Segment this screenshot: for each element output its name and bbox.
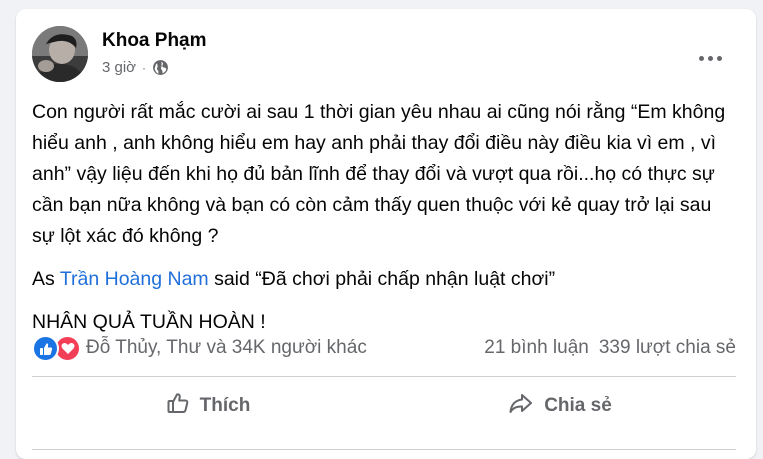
quote-text: said “Đã chơi phải chấp nhận luật chơi”	[208, 268, 556, 290]
more-options-button[interactable]	[692, 48, 728, 68]
like-button[interactable]: Thích	[32, 383, 384, 429]
divider	[32, 376, 736, 377]
post-header: Khoa Phạm 3 giờ ·	[32, 26, 732, 82]
more-dot-icon	[707, 55, 713, 61]
author-name[interactable]: Khoa Phạm	[102, 30, 207, 52]
meta-separator: ·	[142, 60, 147, 75]
reactors-text[interactable]: Đỗ Thủy, Thư và 34K người khác	[86, 337, 367, 359]
engagement-counts: 21 bình luận 339 lượt chia sẻ	[484, 337, 736, 359]
like-reaction-icon	[32, 335, 59, 362]
reaction-icons[interactable]	[32, 333, 92, 363]
share-arrow-icon	[508, 391, 534, 421]
reactions-summary: Đỗ Thủy, Thư và 34K người khác 21 bình l…	[32, 332, 736, 364]
post-card: Khoa Phạm 3 giờ · Con người rất mắc cười…	[16, 9, 756, 459]
post-body: Con người rất mắc cười ai sau 1 thời gia…	[32, 97, 732, 338]
action-bar: Thích Chia sẻ	[32, 383, 736, 429]
post-time[interactable]: 3 giờ	[102, 59, 136, 76]
comment-count[interactable]: 21 bình luận	[484, 337, 589, 359]
quote-prefix: As	[32, 268, 60, 290]
thumbs-up-icon	[166, 391, 190, 421]
more-dot-icon	[698, 55, 704, 61]
post-meta: 3 giờ ·	[102, 59, 169, 76]
mention-link[interactable]: Trần Hoàng Nam	[60, 268, 209, 290]
globe-icon[interactable]	[152, 59, 169, 76]
post-paragraph-quote: As Trần Hoàng Nam said “Đã chơi phải chấ…	[32, 264, 732, 295]
more-dot-icon	[716, 55, 722, 61]
avatar[interactable]	[32, 26, 88, 82]
divider	[32, 449, 736, 450]
like-label: Thích	[199, 395, 251, 416]
share-label: Chia sẻ	[544, 395, 612, 416]
share-button[interactable]: Chia sẻ	[384, 383, 736, 429]
share-count[interactable]: 339 lượt chia sẻ	[599, 337, 736, 359]
post-paragraph: Con người rất mắc cười ai sau 1 thời gia…	[32, 101, 726, 247]
